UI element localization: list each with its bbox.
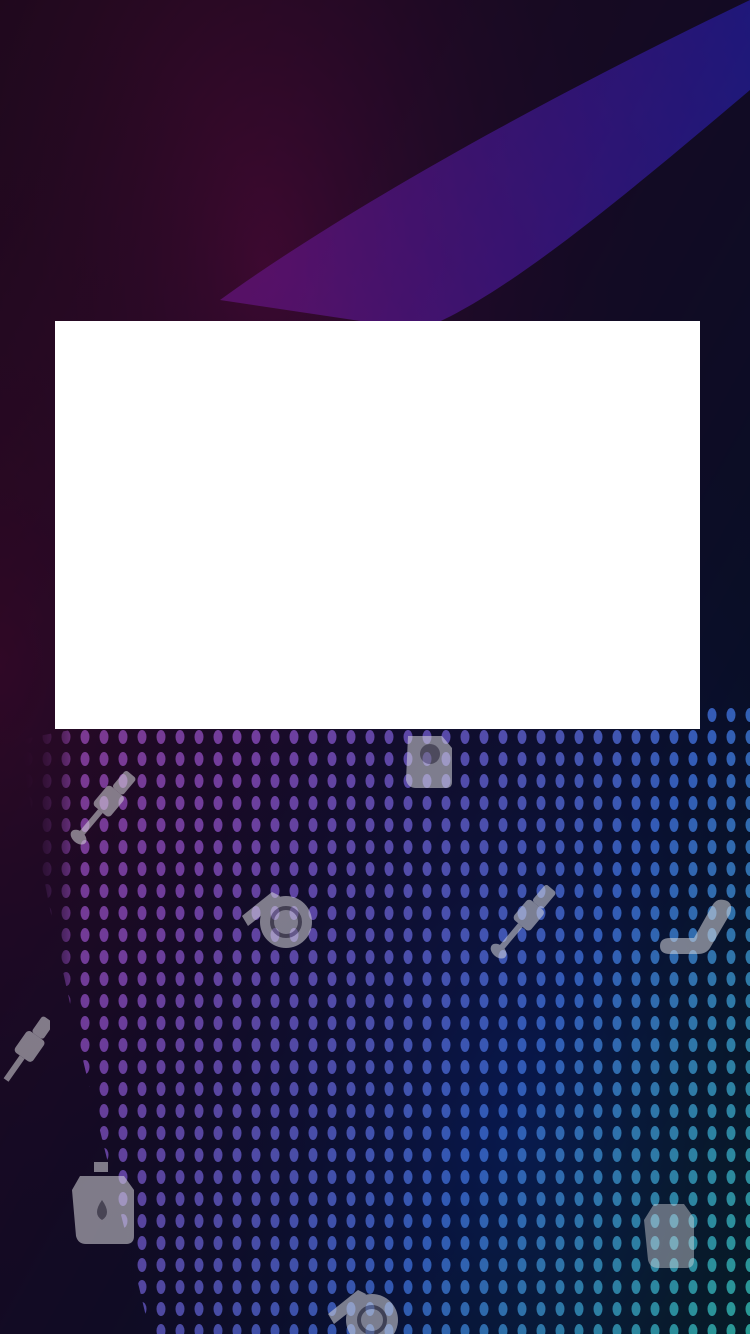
spark-plug-icon xyxy=(3,1016,50,1082)
oil-can-icon xyxy=(406,736,452,788)
splash-screen xyxy=(0,0,750,1334)
spark-plug-icon xyxy=(490,885,556,959)
oil-can-icon xyxy=(72,1162,134,1244)
oil-can-icon xyxy=(644,1204,694,1268)
wrench-wheel-icon xyxy=(328,1290,398,1334)
content-panel xyxy=(55,321,700,729)
wrench-wheel-icon xyxy=(242,892,312,948)
car-seat-icon xyxy=(660,899,732,954)
spark-plug-icon xyxy=(70,771,136,845)
